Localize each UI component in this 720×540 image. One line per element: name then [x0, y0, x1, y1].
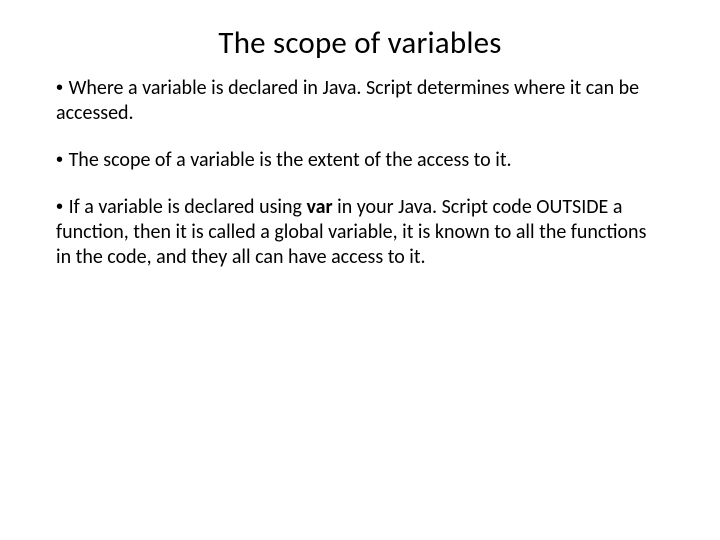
bullet-item: • Where a variable is declared in Java. … — [56, 76, 664, 126]
bullet-mark: • — [56, 196, 69, 218]
bullet-item: • The scope of a variable is the extent … — [56, 148, 664, 173]
bullet-text: If a variable is declared using — [69, 195, 307, 219]
bullet-mark: • — [56, 77, 69, 99]
bullet-text: Where a variable is declared in Java. Sc… — [56, 76, 639, 125]
slide: The scope of variables • Where a variabl… — [0, 0, 720, 540]
bullet-mark: • — [56, 149, 69, 171]
bullet-text: The scope of a variable is the extent of… — [69, 148, 512, 172]
slide-title: The scope of variables — [56, 24, 664, 62]
bullet-text: var — [306, 195, 332, 219]
bullet-item: • If a variable is declared using var in… — [56, 195, 664, 270]
slide-body: • Where a variable is declared in Java. … — [56, 76, 664, 270]
